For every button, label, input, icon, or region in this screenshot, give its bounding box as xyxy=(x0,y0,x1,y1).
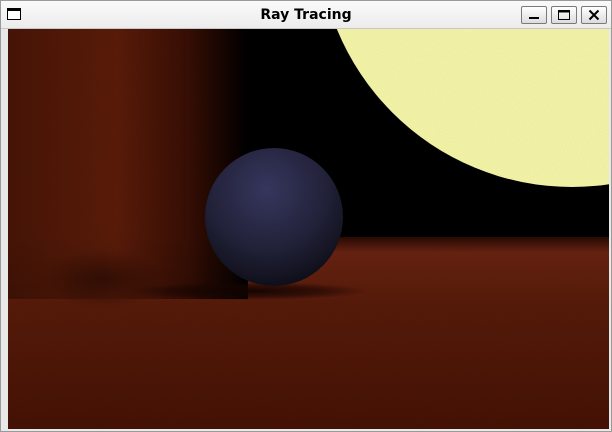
minimize-button[interactable] xyxy=(521,6,547,24)
close-icon xyxy=(588,9,600,21)
render-noise xyxy=(8,29,609,429)
render-canvas[interactable] xyxy=(8,29,609,429)
window-title: Ray Tracing xyxy=(260,7,352,23)
app-window: Ray Tracing xyxy=(0,0,612,432)
title-bar[interactable]: Ray Tracing xyxy=(1,1,611,29)
minimize-icon xyxy=(529,17,539,19)
maximize-button[interactable] xyxy=(551,6,577,24)
ray-traced-scene xyxy=(8,29,609,429)
close-button[interactable] xyxy=(581,6,607,24)
maximize-icon xyxy=(558,10,570,20)
